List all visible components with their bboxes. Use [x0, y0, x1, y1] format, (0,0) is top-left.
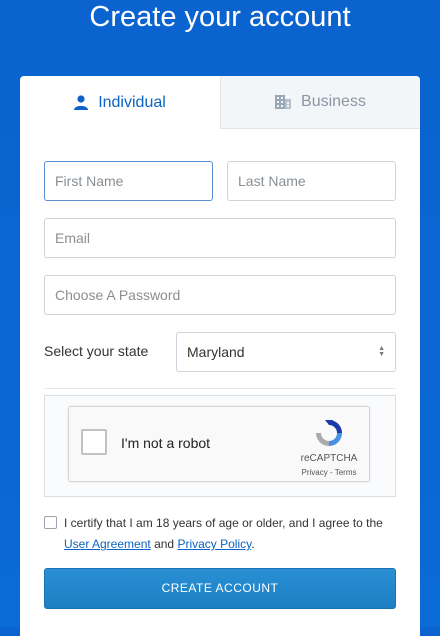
recaptcha-privacy-link[interactable]: Privacy: [302, 468, 328, 477]
signup-card: Individual Business Select your state Ma…: [20, 76, 420, 636]
first-name-input[interactable]: [44, 161, 213, 201]
recaptcha-terms-link[interactable]: Terms: [335, 468, 357, 477]
state-selected-value: Maryland: [187, 344, 245, 360]
recaptcha-link-separator: -: [327, 468, 335, 477]
state-select[interactable]: Maryland ▲ ▼: [176, 332, 396, 372]
state-label: Select your state: [44, 343, 149, 359]
account-type-tabs: Individual Business: [20, 76, 420, 129]
select-arrows-icon: ▲ ▼: [378, 345, 385, 358]
tab-individual[interactable]: Individual: [20, 76, 220, 129]
password-input[interactable]: [44, 275, 396, 315]
certify-statement: I certify that I am 18 years of age or o…: [64, 516, 383, 530]
certify-text: I certify that I am 18 years of age or o…: [64, 513, 404, 555]
recaptcha-brand: reCAPTCHA: [300, 453, 358, 464]
certify-end: .: [251, 537, 255, 551]
building-icon: [275, 95, 292, 109]
page-title: Create your account: [89, 1, 351, 33]
certify-checkbox[interactable]: [44, 516, 57, 529]
last-name-input[interactable]: [227, 161, 396, 201]
tab-business-label: Business: [301, 93, 366, 110]
recaptcha-logo-icon: [313, 417, 345, 454]
tab-individual-label: Individual: [98, 93, 166, 111]
user-agreement-link[interactable]: User Agreement: [64, 537, 151, 551]
create-account-button[interactable]: CREATE ACCOUNT: [44, 568, 396, 609]
divider: [44, 388, 396, 389]
recaptcha-links: Privacy - Terms: [299, 468, 359, 477]
email-input[interactable]: [44, 218, 396, 258]
tab-business[interactable]: Business: [220, 76, 420, 129]
privacy-policy-link[interactable]: Privacy Policy: [177, 537, 251, 551]
certify-and: and: [154, 537, 175, 551]
recaptcha-widget: I'm not a robot reCAPTCHA Privacy - Term…: [68, 406, 370, 482]
recaptcha-checkbox[interactable]: [81, 429, 107, 455]
user-icon: [74, 95, 89, 110]
recaptcha-label: I'm not a robot: [121, 435, 211, 451]
